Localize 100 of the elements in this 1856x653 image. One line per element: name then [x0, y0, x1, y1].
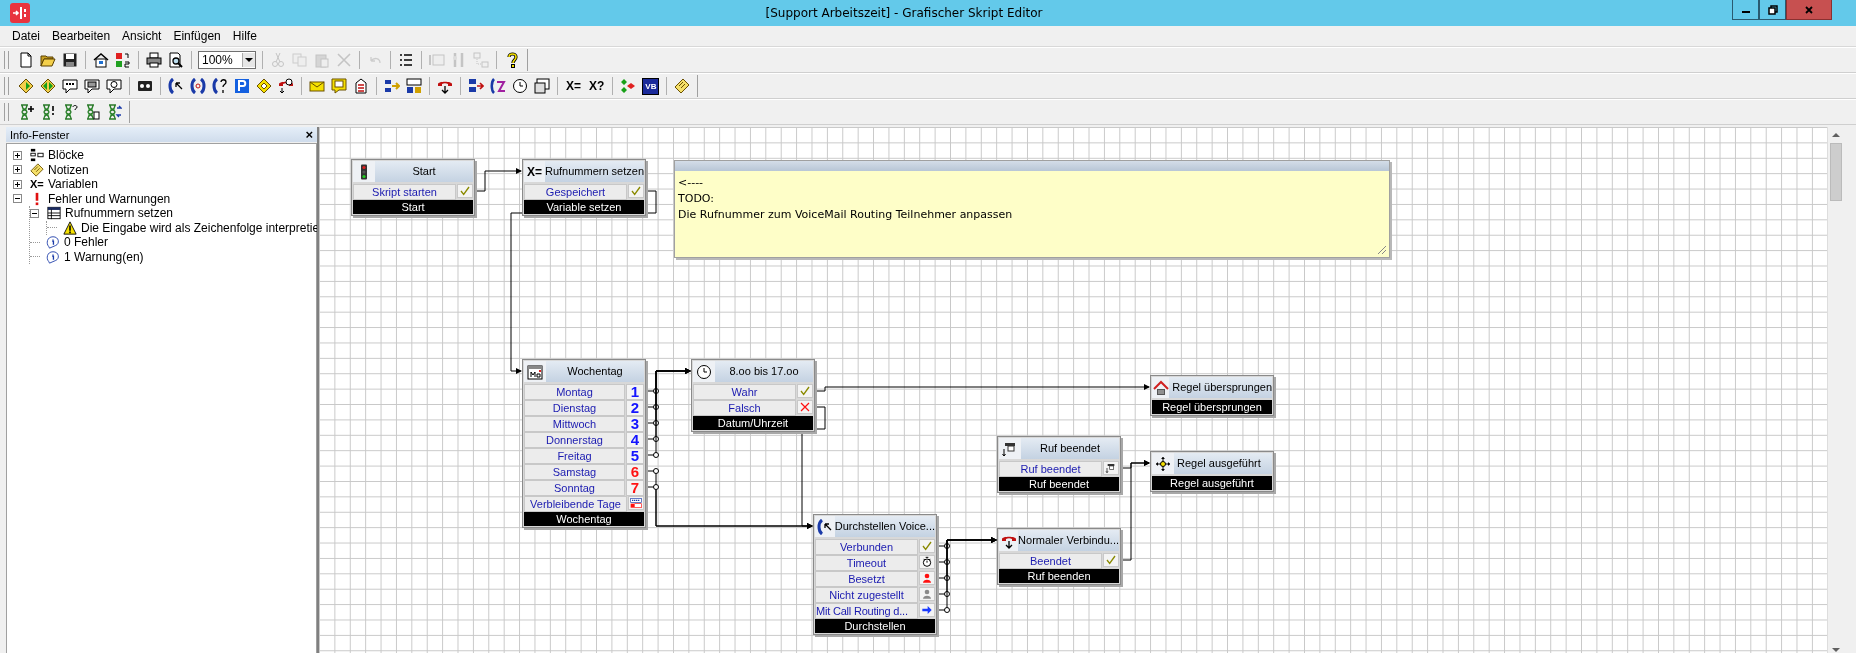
envelope-icon[interactable] — [309, 78, 325, 94]
block-header[interactable]: Ruf beendet — [999, 438, 1119, 459]
print-icon[interactable] — [146, 52, 162, 68]
expand-icon[interactable] — [13, 165, 22, 175]
output-label[interactable]: Mittwoch — [524, 416, 625, 432]
output-label[interactable]: Timeout — [815, 555, 918, 571]
tree-item[interactable]: Die Eingabe wird als Zeichenfolge interpretie — [81, 220, 320, 235]
diamond-arrow-icon[interactable] — [18, 78, 34, 94]
block-header[interactable]: Normaler Verbindu... — [999, 530, 1119, 551]
flow-icon[interactable] — [620, 78, 637, 94]
speech-bubble-icon[interactable] — [106, 78, 122, 94]
diamond-icon[interactable] — [256, 78, 272, 94]
phone-question-icon[interactable] — [212, 78, 228, 94]
block-header[interactable]: Start — [353, 161, 473, 182]
menu-item[interactable]: Hilfe — [226, 29, 263, 43]
new-file-icon[interactable] — [18, 52, 34, 68]
block-header[interactable]: Durchstellen Voice... — [815, 516, 935, 537]
output-label[interactable]: Skript starten — [353, 184, 456, 200]
speech-bubble-icon[interactable] — [84, 78, 100, 94]
tree-item[interactable]: Fehler und Warnungen — [48, 191, 171, 206]
hourglass-plus-icon[interactable] — [18, 104, 34, 120]
block-header[interactable]: 8.oo bis 17.oo — [693, 361, 813, 382]
block-card[interactable]: Regel ausgeführt Regel ausgeführt — [1150, 451, 1274, 492]
menu-item[interactable]: Datei — [6, 29, 46, 43]
toolbar-button[interactable]: X? — [585, 79, 609, 93]
phone-icon[interactable] — [190, 78, 206, 94]
tree-item[interactable]: Rufnummern setzen — [65, 206, 174, 221]
block-card[interactable]: Durchstellen Voice... Verbunden Timeout Besetzt Nicht zugestellt Mit Call Routing d... Durchstellen — [813, 514, 937, 635]
parking-icon[interactable] — [234, 78, 250, 94]
hourglass-arrows-icon[interactable] — [106, 104, 122, 120]
cassette-icon[interactable] — [137, 78, 153, 94]
block-card[interactable]: 8.oo bis 17.oo Wahr Falsch Datum/Uhrzeit — [691, 359, 815, 432]
tree-item[interactable]: 1 Warnung(en) — [64, 249, 144, 264]
output-label[interactable]: Dienstag — [524, 400, 625, 416]
note-card[interactable]: <---- TODO: Die Rufnummer zum VoiceMail Routing Teilnehmer anpassen — [674, 160, 1390, 258]
envelope-bubble-icon[interactable] — [331, 78, 347, 94]
diamond-arrows-icon[interactable] — [40, 78, 56, 94]
scrollbar[interactable] — [1827, 127, 1844, 653]
block-card[interactable]: X= Rufnummern setzen Gespeichert Variable setzen — [522, 159, 646, 216]
expand-icon[interactable] — [13, 150, 22, 160]
routing-icon[interactable] — [468, 78, 484, 94]
block-card[interactable]: Wochentag Montag 1 Dienstag 2 Mittwoch 3 Donnerstag 4 Freitag 5 Samstag 6 Sonntag 7 Verbleibende Tage Wochentag — [522, 359, 646, 528]
note-icon[interactable] — [674, 78, 691, 94]
tree-item[interactable]: 0 Fehler — [64, 235, 109, 250]
close-button[interactable] — [1786, 0, 1832, 20]
help-icon[interactable] — [504, 52, 520, 68]
properties-icon[interactable] — [93, 52, 109, 68]
blocks-icon[interactable] — [406, 78, 422, 94]
scrollbar-thumb[interactable] — [1830, 143, 1842, 201]
output-label[interactable]: Wahr — [693, 384, 796, 400]
output-label[interactable]: Donnerstag — [524, 432, 625, 448]
output-label[interactable]: Ruf beendet — [999, 461, 1102, 477]
menu-item[interactable]: Bearbeiten — [46, 29, 117, 43]
output-label[interactable]: Verbunden — [815, 539, 918, 555]
block-card[interactable]: Regel übersprungen Regel übersprungen — [1150, 375, 1274, 416]
print-preview-icon[interactable] — [168, 52, 184, 68]
dropdown-caret-icon[interactable] — [242, 53, 255, 67]
resize-grip-icon[interactable] — [1375, 243, 1387, 255]
output-label[interactable]: Nicht zugestellt — [815, 587, 918, 603]
speech-bubble-icon[interactable] — [62, 78, 78, 94]
window-icon[interactable] — [534, 78, 550, 94]
blocks-icon[interactable] — [384, 78, 400, 94]
clock-icon[interactable] — [512, 78, 528, 94]
folder-icon[interactable] — [40, 52, 56, 68]
output-label[interactable]: Montag — [524, 384, 625, 400]
vb-button[interactable]: VB — [642, 77, 660, 95]
hourglass-trash-icon[interactable] — [84, 104, 100, 120]
block-header[interactable]: Wochentag — [524, 361, 644, 382]
menu-item[interactable]: Ansicht — [116, 29, 168, 43]
list-icon[interactable] — [398, 52, 414, 68]
menu-item[interactable]: Einfügen — [167, 29, 227, 43]
output-label[interactable]: Freitag — [524, 448, 625, 464]
block-header[interactable]: X= Rufnummern setzen — [524, 161, 644, 182]
output-label[interactable]: Besetzt — [815, 571, 918, 587]
expand-icon[interactable] — [13, 179, 22, 189]
numbered-list-icon[interactable] — [115, 52, 131, 68]
tree-item[interactable]: Blöcke — [48, 148, 85, 163]
output-label[interactable]: Mit Call Routing d... — [815, 603, 918, 619]
minimize-button[interactable] — [1732, 0, 1759, 20]
block-card[interactable]: Normaler Verbindu... Beendet Ruf beenden — [997, 528, 1121, 585]
block-card[interactable]: Ruf beendet Ruf beendet Ruf beendet — [997, 436, 1121, 493]
toolbar-button[interactable]: X= — [562, 79, 585, 93]
block-card[interactable]: Start Skript starten Start — [351, 159, 475, 216]
output-label[interactable]: Sonntag — [524, 480, 625, 496]
restore-button[interactable] — [1759, 0, 1786, 20]
calendar-icon[interactable] — [490, 78, 506, 94]
hourglass-warning-icon[interactable] — [40, 104, 56, 120]
hangup-clock-icon[interactable] — [278, 78, 294, 94]
stack-icon[interactable] — [353, 78, 369, 94]
phone-arrow-icon[interactable] — [168, 78, 184, 94]
collapse-icon[interactable] — [13, 194, 22, 204]
tree-item[interactable]: Notizen — [48, 162, 89, 177]
output-label[interactable]: Samstag — [524, 464, 625, 480]
collapse-icon[interactable] — [30, 208, 39, 218]
block-header[interactable]: Regel übersprungen — [1152, 377, 1272, 398]
output-label[interactable]: Beendet — [999, 553, 1102, 569]
panel-close-button[interactable]: × — [305, 127, 313, 142]
block-header[interactable]: Regel ausgeführt — [1152, 453, 1272, 474]
save-icon[interactable] — [62, 52, 78, 68]
tree-item[interactable]: Variablen — [48, 177, 98, 192]
